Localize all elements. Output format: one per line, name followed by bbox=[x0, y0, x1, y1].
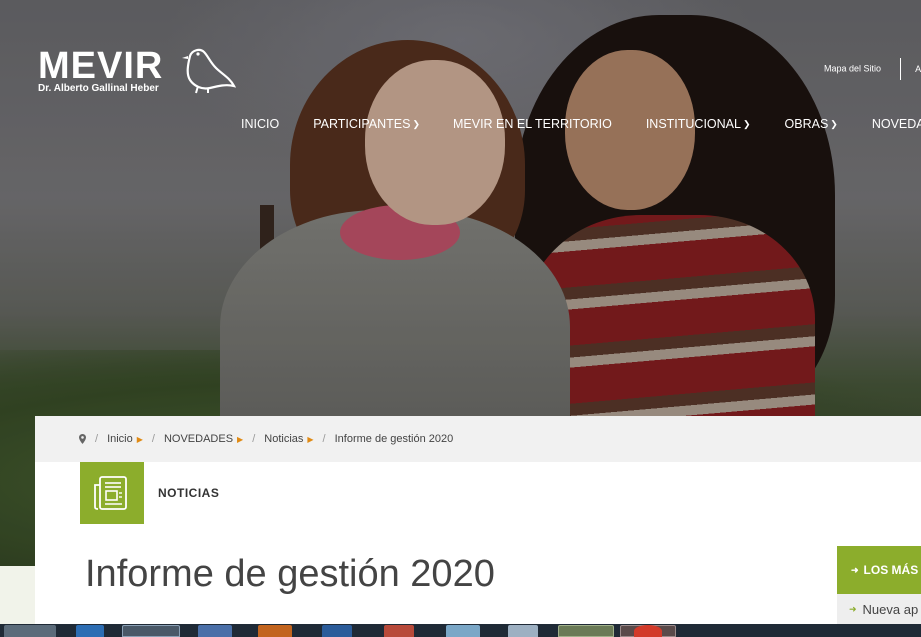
nav-item-participantes[interactable]: PARTICIPANTES ❯ bbox=[313, 117, 420, 131]
breadcrumb-separator: / bbox=[95, 433, 99, 445]
arrow-right-icon: ▶ bbox=[307, 434, 314, 444]
chevron-down-icon: ❯ bbox=[830, 118, 838, 129]
taskbar-app-button[interactable] bbox=[384, 625, 414, 637]
breadcrumb-item-inicio[interactable]: Inicio bbox=[107, 433, 133, 445]
nav-item-label: INSTITUCIONAL bbox=[645, 117, 741, 131]
breadcrumb-item-current: Informe de gestión 2020 bbox=[334, 433, 454, 445]
arrow-right-icon: ➜ bbox=[851, 564, 859, 575]
section-icon-tile bbox=[80, 462, 144, 524]
breadcrumb-separator: / bbox=[322, 433, 326, 445]
breadcrumb-separator: / bbox=[252, 433, 256, 445]
chevron-down-icon: ❯ bbox=[412, 118, 420, 129]
site-map-link[interactable]: Mapa del Sitio bbox=[824, 63, 881, 73]
taskbar-app-button[interactable] bbox=[198, 625, 232, 637]
os-taskbar bbox=[0, 624, 921, 637]
nav-item-label: INICIO bbox=[241, 117, 280, 131]
nav-item-mevir-en-el-territorio[interactable]: MEVIR EN EL TERRITORIO bbox=[453, 117, 612, 131]
most-read-item-label: Nueva ap bbox=[862, 601, 919, 617]
logo-subtitle: Dr. Alberto Gallinal Heber bbox=[38, 83, 159, 94]
taskbar-app-button[interactable] bbox=[558, 625, 614, 637]
nav-item-novedades[interactable]: NOVEDADES ❯ bbox=[872, 117, 921, 131]
taskbar-app-button[interactable] bbox=[4, 625, 56, 637]
bird-logo-icon bbox=[182, 48, 236, 94]
taskbar-app-button[interactable] bbox=[258, 625, 292, 637]
arrow-right-icon: ▶ bbox=[136, 434, 143, 444]
most-read-item[interactable]: ➜ Nueva ap bbox=[837, 594, 921, 624]
nav-item-inicio[interactable]: INICIO bbox=[241, 117, 279, 131]
taskbar-app-button[interactable] bbox=[634, 625, 662, 637]
chevron-down-icon: ❯ bbox=[742, 118, 751, 129]
nav-item-label: MEVIR EN EL TERRITORIO bbox=[453, 117, 612, 131]
nav-item-label: OBRAS bbox=[784, 117, 829, 131]
breadcrumb-item-novedades[interactable]: NOVEDADES bbox=[164, 433, 233, 445]
nav-item-label: NOVEDADES bbox=[871, 117, 921, 131]
page-background-strip bbox=[0, 566, 35, 624]
taskbar-app-button[interactable] bbox=[76, 625, 104, 637]
most-read-heading-label: LOS MÁS bbox=[863, 563, 919, 577]
most-read-heading: ➜ LOS MÁS bbox=[837, 546, 921, 594]
arrow-right-icon: ➜ bbox=[849, 603, 857, 614]
logo-wordmark: MEVIR bbox=[38, 45, 164, 87]
location-pin-icon bbox=[79, 434, 86, 444]
newspaper-icon bbox=[94, 476, 127, 510]
nav-item-obras[interactable]: OBRAS ❯ bbox=[785, 117, 838, 131]
breadcrumb: / Inicio ▶ / NOVEDADES ▶ / Noticias ▶ / … bbox=[35, 416, 921, 462]
taskbar-app-button[interactable] bbox=[508, 625, 538, 637]
page-title: Informe de gestión 2020 bbox=[85, 553, 495, 595]
main-nav: INICIO PARTICIPANTES ❯ MEVIR EN EL TERRI… bbox=[241, 117, 921, 131]
top-utility-links: Mapa del Sitio A bbox=[824, 58, 921, 80]
taskbar-app-button[interactable] bbox=[322, 625, 352, 637]
top-link-truncated[interactable]: A bbox=[915, 64, 921, 74]
nav-item-institucional[interactable]: INSTITUCIONAL ❯ bbox=[646, 117, 751, 131]
taskbar-app-button[interactable] bbox=[122, 625, 180, 637]
most-read-widget: ➜ LOS MÁS ➜ Nueva ap bbox=[837, 546, 921, 624]
section-header: NOTICIAS bbox=[80, 462, 219, 524]
content-card: / Inicio ▶ / NOVEDADES ▶ / Noticias ▶ / … bbox=[35, 416, 921, 637]
nav-item-label: PARTICIPANTES bbox=[313, 117, 411, 131]
site-logo[interactable]: MEVIR Dr. Alberto Gallinal Heber bbox=[38, 46, 238, 96]
top-links-divider bbox=[899, 58, 901, 80]
section-title: NOTICIAS bbox=[158, 486, 220, 500]
breadcrumb-item-noticias[interactable]: Noticias bbox=[264, 433, 303, 445]
breadcrumb-separator: / bbox=[151, 433, 155, 445]
taskbar-app-button[interactable] bbox=[446, 625, 480, 637]
arrow-right-icon: ▶ bbox=[237, 434, 244, 444]
